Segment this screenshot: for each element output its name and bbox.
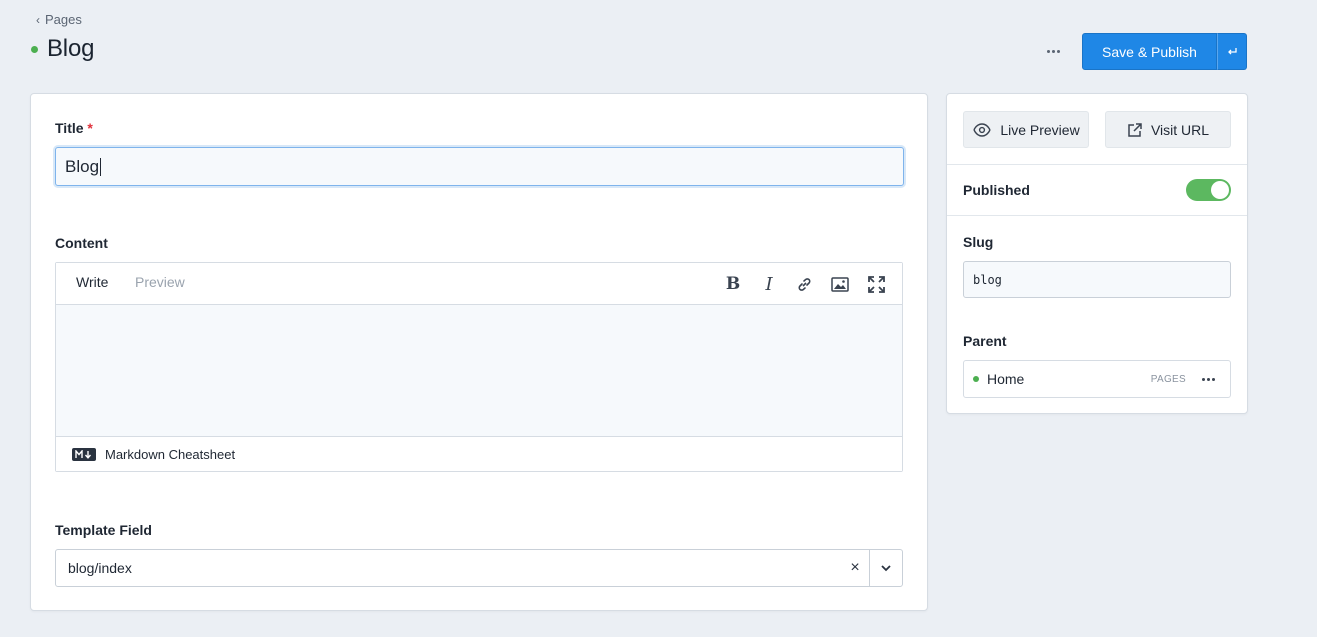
live-preview-icon [973,122,991,137]
parent-status-dot [973,376,979,382]
page-title: Blog [31,35,94,63]
template-select: blog/index × [55,549,903,587]
breadcrumb-label: Pages [45,12,82,27]
toggle-knob [1211,181,1229,199]
title-label: Title * [55,120,93,136]
visit-url-label: Visit URL [1150,121,1210,138]
page-title-text: Blog [47,35,95,62]
more-actions-button[interactable] [1040,40,1066,62]
sidebar-card: Live Preview Visit URL Published Slug bl… [946,93,1248,414]
clear-selection-icon[interactable]: × [841,550,869,586]
slug-input[interactable]: blog [963,261,1231,298]
title-input-value: Blog [65,156,100,176]
dropdown-toggle-button[interactable] [869,550,902,586]
editor-textarea[interactable] [56,305,902,437]
parent-selector: Home PAGES [963,360,1231,398]
sidebar-divider [947,215,1247,216]
image-icon[interactable] [829,273,851,295]
chevron-left-icon: ‹ [36,12,40,27]
save-publish-button[interactable]: Save & Publish [1082,33,1217,70]
template-field-label: Template Field [55,522,152,538]
published-label: Published [963,182,1030,198]
parent-more-button[interactable] [1198,377,1218,381]
tab-write[interactable]: Write [76,274,108,290]
chevron-down-icon [881,564,891,571]
content-label: Content [55,235,108,251]
ellipsis-icon [1201,377,1215,381]
template-select-value[interactable]: blog/index [56,550,841,586]
visit-url-button[interactable]: Visit URL [1105,111,1231,148]
link-icon[interactable] [793,273,815,295]
live-preview-label: Live Preview [1000,121,1080,138]
editor-toolbar: Write Preview B I [56,263,902,305]
return-arrow-icon [1228,47,1237,54]
text-caret [100,157,102,176]
parent-collection-badge: PAGES [1150,373,1186,385]
published-toggle[interactable] [1186,179,1231,201]
markdown-editor: Write Preview B I Markdown Cheatsheet [55,262,903,472]
published-status-dot [31,45,38,53]
main-fields-card: Title * Blog Content Write Preview B I M… [30,93,928,611]
markdown-icon [72,447,96,461]
required-marker: * [87,120,93,136]
ellipsis-icon [1046,49,1060,53]
tab-preview[interactable]: Preview [135,274,185,290]
external-link-icon [1128,122,1142,137]
italic-icon[interactable]: I [758,273,780,295]
publish-button-group: Save & Publish [1082,33,1247,70]
parent-label: Parent [963,333,1007,349]
breadcrumb-back-link[interactable]: ‹ Pages [36,12,82,27]
title-input[interactable]: Blog [55,147,904,186]
live-preview-button[interactable]: Live Preview [963,111,1089,148]
fullscreen-icon[interactable] [865,273,887,295]
bold-icon[interactable]: B [722,273,744,295]
sidebar-divider [947,164,1247,165]
markdown-cheatsheet-label: Markdown Cheatsheet [105,446,236,462]
publish-options-button[interactable] [1217,33,1247,70]
markdown-cheatsheet-link[interactable]: Markdown Cheatsheet [56,437,902,471]
parent-name[interactable]: Home [987,371,1024,387]
slug-label: Slug [963,234,994,250]
